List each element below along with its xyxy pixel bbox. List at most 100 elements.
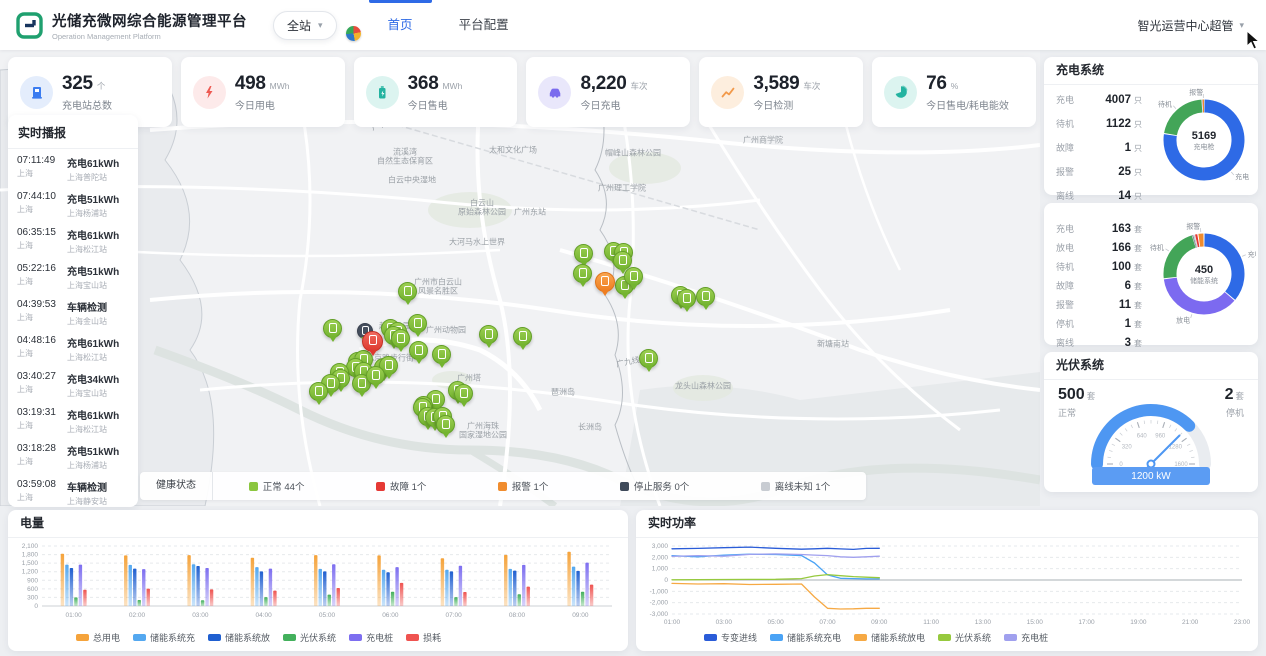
legend-item[interactable]: 总用电 xyxy=(76,631,120,644)
health-legend-item[interactable]: 报警 1个 xyxy=(498,479,548,493)
legend-chip xyxy=(854,634,867,641)
tab-home[interactable]: 首页 xyxy=(365,0,436,50)
health-legend-item[interactable]: 正常 44个 xyxy=(249,479,305,493)
status-label: 停止服务 0个 xyxy=(634,479,689,493)
station-pin-normal[interactable] xyxy=(574,244,593,263)
health-legend-item[interactable]: 离线未知 1个 xyxy=(761,479,830,493)
legend-item[interactable]: 储能系统充 xyxy=(133,631,195,644)
svg-text:13:00: 13:00 xyxy=(975,619,992,626)
feed-event: 充电61kWh xyxy=(67,407,129,422)
feed-event: 充电51kWh xyxy=(67,443,129,458)
station-pin-fault[interactable] xyxy=(362,331,383,352)
charging-station-glyph xyxy=(601,276,609,286)
stat-unit: 套 xyxy=(1134,338,1142,349)
legend-item[interactable]: 储能系统放电 xyxy=(854,631,925,644)
feed-city: 上海 xyxy=(17,312,62,323)
svg-text:03:00: 03:00 xyxy=(192,612,209,619)
svg-text:待机: 待机 xyxy=(1158,100,1172,109)
stat-value: 14 xyxy=(1082,190,1131,202)
svg-text:报警: 报警 xyxy=(1189,88,1203,97)
system-stat-row: 待机100套 xyxy=(1056,257,1142,276)
user-menu[interactable]: 智光运营中心超管 ▾ xyxy=(1137,17,1244,34)
station-pin-normal[interactable] xyxy=(677,289,696,308)
stat-card-unit: MWh xyxy=(270,81,290,91)
map-place-label: 风景名胜区 xyxy=(418,286,458,297)
stat-value: 1 xyxy=(1082,142,1131,154)
station-pin-normal[interactable] xyxy=(479,325,498,344)
stat-card[interactable]: 8,220车次今日充电 xyxy=(526,57,690,127)
feed-city: 上海 xyxy=(17,384,62,395)
health-legend-item[interactable]: 故障 1个 xyxy=(376,479,426,493)
legend-label: 损耗 xyxy=(423,631,441,644)
map-place-label: 自然生态保育区 xyxy=(377,156,433,167)
station-pin-normal[interactable] xyxy=(639,349,658,368)
battery-icon xyxy=(366,76,399,109)
stat-card[interactable]: 368MWh今日售电 xyxy=(354,57,518,127)
svg-text:01:00: 01:00 xyxy=(664,619,681,626)
station-pin-normal[interactable] xyxy=(408,314,427,333)
feed-city: 上海 xyxy=(17,348,62,359)
svg-text:-3,000: -3,000 xyxy=(650,611,669,618)
legend-item[interactable]: 损耗 xyxy=(406,631,441,644)
health-legend-item[interactable]: 停止服务 0个 xyxy=(620,479,689,493)
stat-card-unit: % xyxy=(951,81,959,91)
svg-text:08:00: 08:00 xyxy=(509,612,526,619)
stat-unit: 套 xyxy=(1134,319,1142,330)
legend-label: 总用电 xyxy=(93,631,120,644)
map-place-label: 白云中央湿地 xyxy=(388,175,436,186)
storage-donut-chart: 充电放电待机报警450储能系统 xyxy=(1142,219,1256,329)
legend-item[interactable]: 充电桩 xyxy=(1004,631,1048,644)
stat-label: 故障 xyxy=(1056,141,1082,154)
legend-item[interactable]: 光伏系统 xyxy=(938,631,991,644)
legend-label: 光伏系统 xyxy=(955,631,991,644)
station-pin-normal[interactable] xyxy=(409,341,428,360)
station-pin-normal[interactable] xyxy=(454,384,473,403)
legend-chip xyxy=(938,634,951,641)
status-dot xyxy=(249,482,258,491)
pv-gauge-chart: 032064096012801600 xyxy=(1071,390,1231,476)
legend-item[interactable]: 储能系统充电 xyxy=(770,631,841,644)
power-chart-legend: 专变进线储能系统充电储能系统放电 光伏系统充电桩 xyxy=(636,631,1258,644)
station-pin-normal[interactable] xyxy=(696,287,715,306)
station-pin-normal[interactable] xyxy=(398,282,417,301)
live-feed-list: 07:11:49上海充电61kWh上海普陀站07:44:10上海充电51kWh上… xyxy=(8,149,138,507)
legend-item[interactable]: 充电桩 xyxy=(349,631,393,644)
weather-sphere-icon[interactable] xyxy=(346,26,361,41)
station-pin-normal[interactable] xyxy=(391,329,410,348)
site-selector-dropdown[interactable]: 全站 ▾ xyxy=(273,11,337,40)
stat-label: 离线 xyxy=(1056,336,1082,349)
map-place-label: 广州动物园 xyxy=(426,325,466,336)
feed-station: 上海普陀站 xyxy=(67,172,129,183)
station-pin-normal[interactable] xyxy=(323,319,342,338)
stat-unit: 只 xyxy=(1134,167,1142,178)
stat-card[interactable]: 76%今日售电/耗电能效 xyxy=(872,57,1036,127)
station-pin-normal[interactable] xyxy=(436,415,455,434)
stat-card-value: 76 xyxy=(926,73,947,95)
stat-unit: 套 xyxy=(1134,262,1142,273)
station-pin-normal[interactable] xyxy=(573,264,592,283)
station-pin-normal[interactable] xyxy=(366,366,385,385)
station-pin-normal[interactable] xyxy=(432,345,451,364)
svg-text:07:00: 07:00 xyxy=(819,619,836,626)
station-pin-normal[interactable] xyxy=(513,327,532,346)
live-feed-panel: 实时播报 07:11:49上海充电61kWh上海普陀站07:44:10上海充电5… xyxy=(8,115,138,507)
feed-time: 03:19:31 xyxy=(17,407,62,418)
stat-card[interactable]: 498MWh今日用电 xyxy=(181,57,345,127)
station-pin-alarm[interactable] xyxy=(595,272,615,292)
station-pin-normal[interactable] xyxy=(309,382,328,401)
legend-item[interactable]: 光伏系统 xyxy=(283,631,336,644)
stat-card-unit: 个 xyxy=(97,80,106,92)
status-dot xyxy=(498,482,507,491)
charging-system-stats: 充电4007只待机1122只故障1只报警25只离线14只 xyxy=(1056,87,1142,207)
legend-item[interactable]: 专变进线 xyxy=(704,631,757,644)
legend-item[interactable]: 储能系统放 xyxy=(208,631,270,644)
stat-card-value: 3,589 xyxy=(753,73,799,95)
stat-card[interactable]: 3,589车次今日检测 xyxy=(699,57,863,127)
svg-text:15:00: 15:00 xyxy=(1027,619,1044,626)
station-pin-normal[interactable] xyxy=(624,267,643,286)
legend-chip xyxy=(133,634,146,641)
system-stat-row: 故障1只 xyxy=(1056,135,1142,159)
tab-platform-config[interactable]: 平台配置 xyxy=(436,0,532,50)
stat-unit: 套 xyxy=(1134,224,1142,235)
stat-value: 4007 xyxy=(1082,94,1131,106)
